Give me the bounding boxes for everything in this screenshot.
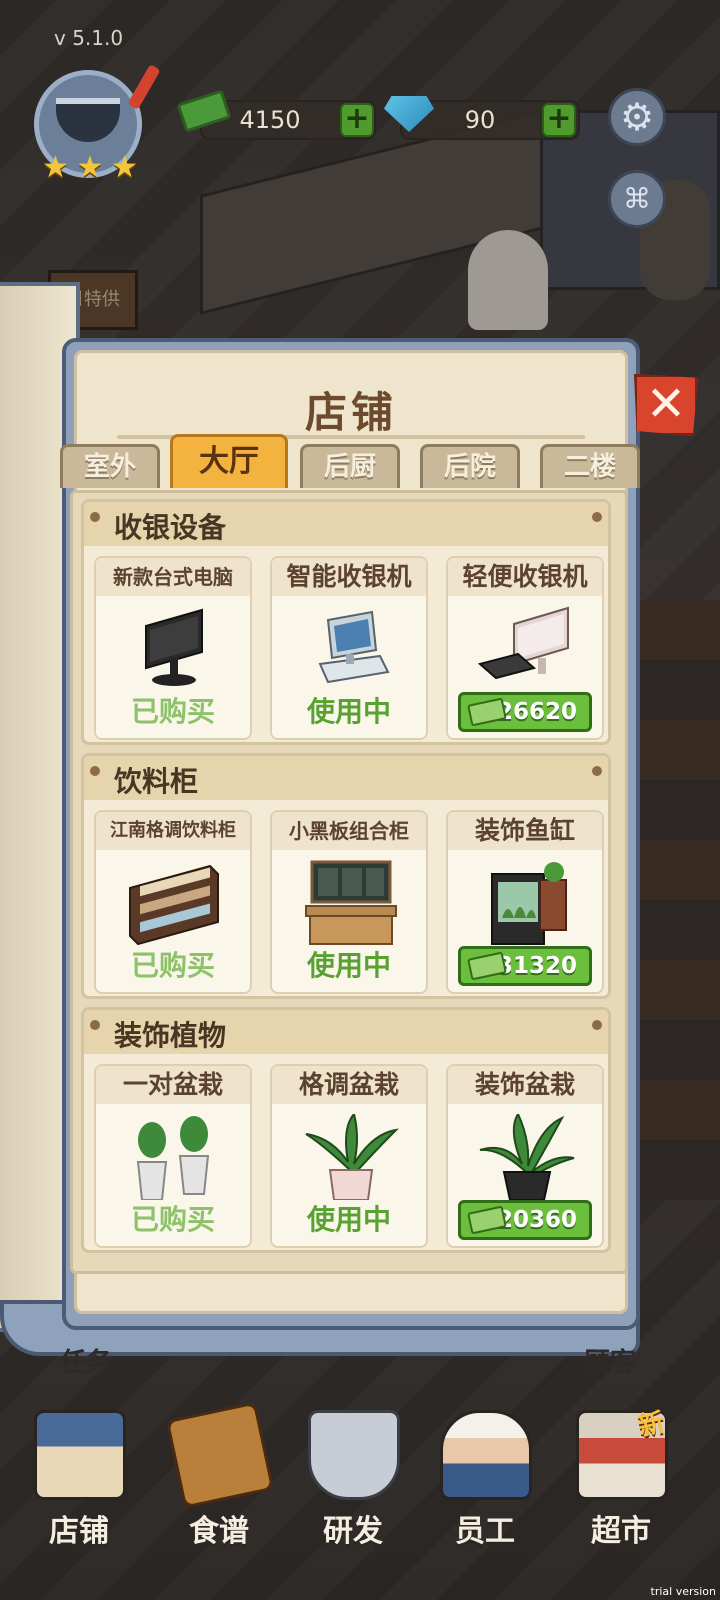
status-in-use: 使用中 [306, 695, 391, 728]
style-plant-icon [305, 1114, 399, 1200]
shop-item-smart-register[interactable]: 智能收银机 使用中 [270, 556, 428, 740]
shop-item-decor-pot[interactable]: 装饰盆栽 20360 [446, 1064, 604, 1248]
item-name: 江南格调饮料柜 [96, 812, 250, 850]
nav-supermarket[interactable]: 新 超市 [556, 1380, 686, 1560]
shop-house-icon [34, 1410, 126, 1500]
rivet-dot [592, 512, 602, 522]
section-decor-plants: 装饰植物 一对盆栽 已购买 格调盆栽 使用中 装饰盆栽 20360 [81, 1007, 611, 1253]
shop-item-style-pot[interactable]: 格调盆栽 使用中 [270, 1064, 428, 1248]
shop-title: 店铺 [304, 388, 397, 437]
section-drink-cabinet: 饮料柜 江南格调饮料柜 已购买 小黑板组合柜 使用中 装饰鱼缸 31320 [81, 753, 611, 999]
shop-item-chalkboard-cabinet[interactable]: 小黑板组合柜 使用中 [270, 810, 428, 994]
nav-shop[interactable]: 店铺 [14, 1380, 144, 1560]
section-title: 装饰植物 [114, 1019, 227, 1052]
tasks-label[interactable]: 任务 [60, 1342, 112, 1379]
desktop-computer-icon [145, 608, 203, 686]
section-header: 饮料柜 [84, 756, 608, 800]
tab-second-floor[interactable]: 二楼 [540, 444, 640, 488]
section-cashier: 收银设备 新款台式电脑 已购买 智能收银机 使用中 轻便收银机 26620 [81, 499, 611, 745]
rivet-dot [592, 1020, 602, 1030]
category-tabs: 室外 大厅 后厨 后院 二楼 [58, 434, 648, 492]
star-icon: ★ [111, 150, 138, 185]
item-name: 装饰盆栽 [448, 1066, 602, 1104]
status-bought: 已购买 [130, 695, 215, 728]
tab-hall[interactable]: 大厅 [170, 434, 288, 488]
shop-item-pair-of-pots[interactable]: 一对盆栽 已购买 [94, 1064, 252, 1248]
star-icon: ★ [42, 150, 69, 185]
rivet-dot [90, 1020, 100, 1030]
nav-label: 研发 [323, 1514, 383, 1549]
cash-amount: 4150 [239, 106, 301, 134]
section-header: 装饰植物 [84, 1010, 608, 1054]
add-cash-button[interactable]: + [340, 103, 374, 137]
item-name: 一对盆栽 [96, 1066, 250, 1104]
tab-backyard[interactable]: 后院 [420, 444, 520, 488]
shop-content: 收银设备 新款台式电脑 已购买 智能收银机 使用中 轻便收银机 26620 饮料… [70, 490, 628, 1274]
rivet-dot [90, 512, 100, 522]
chalkboard-cabinet-icon [305, 860, 397, 945]
shop-item-fish-tank[interactable]: 装饰鱼缸 31320 [446, 810, 604, 994]
section-title: 饮料柜 [114, 765, 199, 798]
section-header: 收银设备 [84, 502, 608, 546]
status-bought: 已购买 [130, 949, 215, 982]
nav-staff[interactable]: 员工 [420, 1380, 550, 1560]
item-name: 轻便收银机 [448, 558, 602, 596]
smart-register-icon [318, 610, 390, 684]
customers-label[interactable]: 顾客 [584, 1342, 636, 1379]
settings-gear-icon[interactable]: ⚙ [608, 88, 666, 146]
shop-item-light-register[interactable]: 轻便收银机 26620 [446, 556, 604, 740]
restaurant-badge[interactable]: ★ ★ ★ [22, 64, 161, 186]
status-in-use: 使用中 [306, 1203, 391, 1236]
trial-watermark: trial version [650, 1585, 716, 1598]
shop-item-jiangnan-cabinet[interactable]: 江南格调饮料柜 已购买 [94, 810, 252, 994]
fish-tank-icon [491, 862, 567, 945]
item-name: 装饰鱼缸 [448, 812, 602, 850]
buy-button[interactable]: 31320 [458, 946, 592, 986]
tab-kitchen[interactable]: 后厨 [300, 444, 400, 488]
gem-amount: 90 [464, 106, 496, 134]
nav-label: 食谱 [189, 1514, 249, 1549]
rivet-dot [90, 766, 100, 776]
cooking-pot-icon [308, 1410, 400, 1500]
drink-cabinet-icon [129, 864, 219, 946]
item-name: 小黑板组合柜 [272, 812, 426, 850]
tab-outdoor[interactable]: 室外 [60, 444, 160, 488]
item-name: 新款台式电脑 [96, 558, 250, 596]
price-label: 26620 [496, 699, 577, 725]
status-in-use: 使用中 [306, 949, 391, 982]
shop-item-desktop-pc[interactable]: 新款台式电脑 已购买 [94, 556, 252, 740]
star-icon: ★ [76, 150, 104, 185]
status-bought: 已购买 [130, 1203, 215, 1236]
item-name: 智能收银机 [272, 558, 426, 596]
close-button[interactable]: ✕ [634, 374, 698, 436]
bottom-nav: 店铺 食谱 研发 员工 新 超市 [0, 1380, 720, 1600]
version-label: v 5.1.0 [54, 26, 124, 50]
pair-of-plants-icon [136, 1116, 210, 1200]
nav-recipes[interactable]: 食谱 [154, 1380, 284, 1560]
nav-label: 店铺 [49, 1514, 109, 1549]
price-label: 20360 [496, 1207, 577, 1233]
staff-chefs-icon [440, 1410, 532, 1500]
nav-research[interactable]: 研发 [288, 1380, 418, 1560]
section-title: 收银设备 [114, 511, 227, 544]
recipe-book-icon [165, 1401, 275, 1509]
buy-button[interactable]: 26620 [458, 692, 592, 732]
nav-label: 超市 [591, 1514, 651, 1549]
decor-plant-icon [479, 1114, 575, 1200]
nav-label: 员工 [455, 1514, 515, 1549]
rating-stars: ★ ★ ★ [42, 150, 138, 185]
light-register-icon [478, 606, 569, 680]
camera-icon[interactable]: ⌘ [608, 170, 666, 228]
add-gems-button[interactable]: + [542, 103, 576, 137]
buy-button[interactable]: 20360 [458, 1200, 592, 1240]
rivet-dot [592, 766, 602, 776]
item-name: 格调盆栽 [272, 1066, 426, 1104]
price-label: 31320 [496, 953, 577, 979]
